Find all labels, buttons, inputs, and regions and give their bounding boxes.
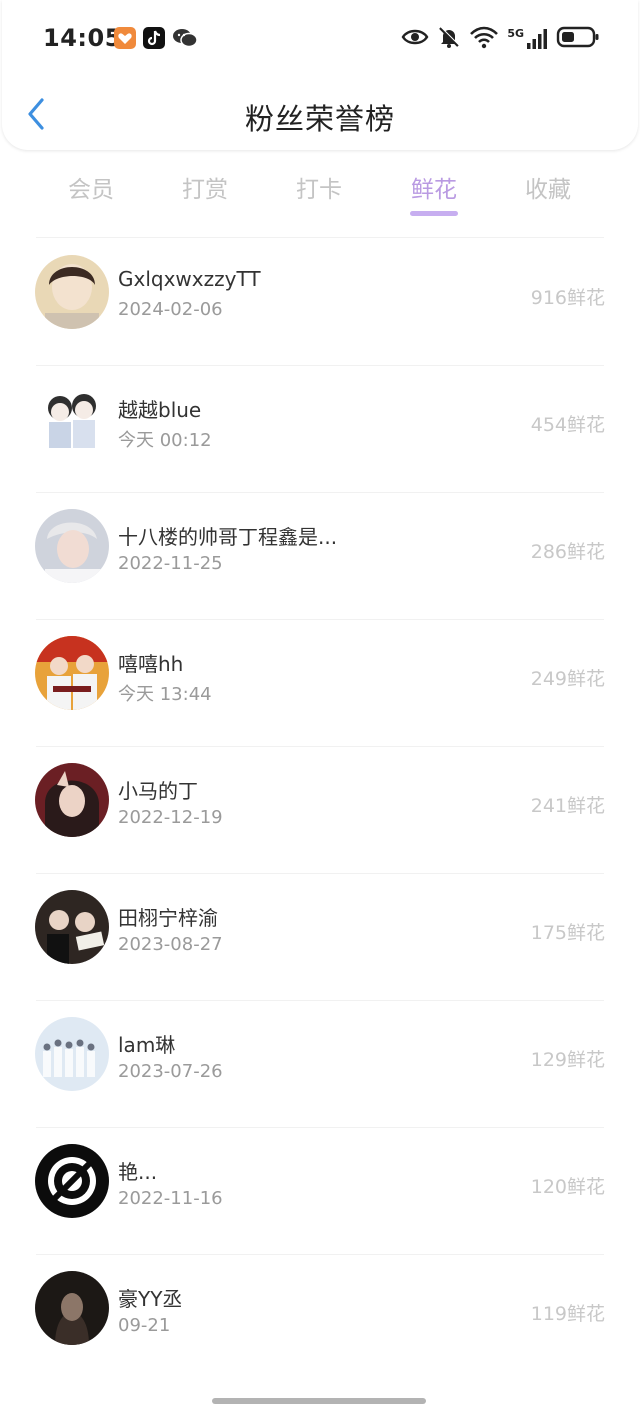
- divider: [36, 237, 604, 238]
- avatar: [35, 1144, 109, 1218]
- avatar: [35, 1271, 109, 1345]
- wechat-icon: [172, 27, 198, 49]
- fan-name: lam琳: [118, 1033, 176, 1057]
- flower-count: 175鲜花: [530, 922, 605, 944]
- fan-date: 2022-12-19: [118, 807, 223, 828]
- fan-date: 2022-11-25: [118, 553, 223, 574]
- fan-row[interactable]: 田栩宁梓渝 2023-08-27 175鲜花: [0, 874, 640, 1001]
- fan-name: 嘻嘻hh: [118, 652, 184, 676]
- flower-count: 119鲜花: [530, 1303, 605, 1325]
- mute-bell-icon: [437, 25, 461, 53]
- fan-date: 2023-07-26: [118, 1061, 223, 1082]
- avatar: [35, 763, 109, 837]
- fan-row[interactable]: 越越blue 今天 00:12 454鲜花: [0, 366, 640, 493]
- tab-checkin[interactable]: 打卡: [262, 170, 376, 204]
- avatar: [35, 382, 109, 456]
- tab-bar: 会员 打赏 打卡 鲜花 收藏: [0, 166, 640, 226]
- app-badge-icon: [114, 27, 136, 49]
- flower-count: 916鲜花: [530, 287, 605, 309]
- page-title: 粉丝荣誉榜: [244, 102, 395, 136]
- home-indicator[interactable]: [212, 1398, 426, 1404]
- fan-name: 越越blue: [118, 398, 202, 422]
- fan-name: 豪YY丞: [118, 1287, 183, 1311]
- flower-count: 249鲜花: [530, 668, 605, 690]
- fan-date: 2022-11-16: [118, 1188, 223, 1209]
- tab-flowers[interactable]: 鲜花: [377, 170, 491, 204]
- avatar: [35, 890, 109, 964]
- fan-name: GxlqxwxzzyTT: [118, 267, 261, 291]
- avatar: [35, 1017, 109, 1091]
- fan-row[interactable]: 艳... 2022-11-16 120鲜花: [0, 1128, 640, 1255]
- fan-row[interactable]: 嘻嘻hh 今天 13:44 249鲜花: [0, 620, 640, 747]
- tab-rewards[interactable]: 打赏: [148, 170, 262, 204]
- fan-date: 2024-02-06: [118, 299, 223, 320]
- tiktok-icon: [143, 27, 165, 49]
- flower-count: 454鲜花: [530, 414, 605, 436]
- wifi-icon: [469, 25, 499, 53]
- avatar: [35, 636, 109, 710]
- avatar: [35, 255, 109, 329]
- fan-date: 今天 00:12: [118, 430, 212, 451]
- active-tab-indicator: [410, 211, 458, 216]
- fan-name: 小马的丁: [118, 779, 198, 803]
- fan-row[interactable]: 豪YY丞 09-21 119鲜花: [0, 1255, 640, 1382]
- status-time: 14:05: [43, 24, 122, 52]
- avatar: [35, 509, 109, 583]
- status-icons: 5G: [401, 24, 600, 54]
- signal-icon: 5G: [507, 28, 548, 50]
- flower-count: 120鲜花: [530, 1176, 605, 1198]
- tab-membership[interactable]: 会员: [34, 170, 148, 204]
- flower-count: 286鲜花: [530, 541, 605, 563]
- flower-count: 129鲜花: [530, 1049, 605, 1071]
- fan-name: 田栩宁梓渝: [118, 906, 218, 930]
- network-label: 5G: [507, 27, 524, 40]
- battery-icon: [556, 25, 600, 53]
- fan-row[interactable]: GxlqxwxzzyTT 2024-02-06 916鲜花: [0, 239, 640, 366]
- fan-row[interactable]: 十八楼的帅哥丁程鑫是... 2022-11-25 286鲜花: [0, 493, 640, 620]
- fan-row[interactable]: 小马的丁 2022-12-19 241鲜花: [0, 747, 640, 874]
- flower-count: 241鲜花: [530, 795, 605, 817]
- tab-favorites[interactable]: 收藏: [491, 170, 605, 204]
- fan-name: 艳...: [118, 1160, 158, 1184]
- fan-name: 十八楼的帅哥丁程鑫是...: [118, 525, 338, 549]
- fan-date: 今天 13:44: [118, 684, 212, 705]
- fan-date: 09-21: [118, 1315, 171, 1336]
- fan-row[interactable]: lam琳 2023-07-26 129鲜花: [0, 1001, 640, 1128]
- fan-date: 2023-08-27: [118, 934, 223, 955]
- eye-icon: [401, 27, 429, 51]
- status-bar: 14:05 5G: [0, 0, 640, 78]
